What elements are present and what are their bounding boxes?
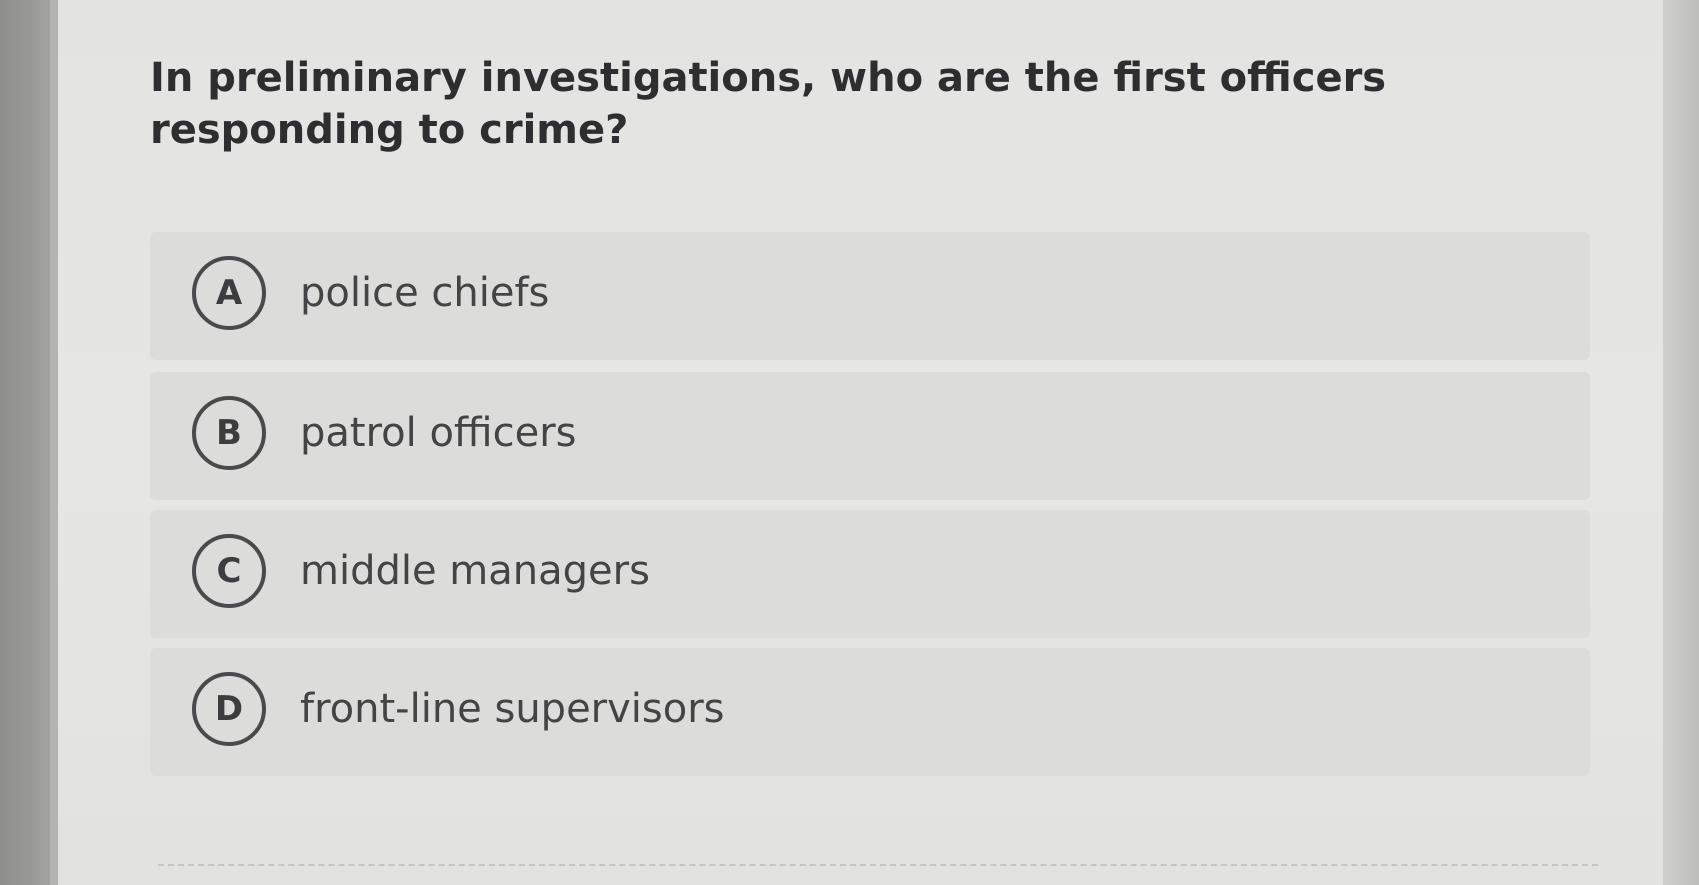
- option-b[interactable]: B patrol officers: [150, 372, 1590, 500]
- left-margin-edge: [50, 0, 58, 885]
- left-margin: [0, 0, 58, 885]
- option-c-letter-badge: C: [192, 534, 266, 608]
- option-a[interactable]: A police chiefs: [150, 232, 1590, 360]
- option-b-letter-badge: B: [192, 396, 266, 470]
- option-a-letter-badge: A: [192, 256, 266, 330]
- right-margin: [1663, 0, 1699, 885]
- option-b-label: patrol officers: [300, 410, 577, 456]
- option-c-label: middle managers: [300, 548, 650, 594]
- option-d-label: front-line supervisors: [300, 686, 725, 732]
- option-c[interactable]: C middle managers: [150, 510, 1590, 638]
- option-d-letter-badge: D: [192, 672, 266, 746]
- question-card: In preliminary investigations, who are t…: [58, 0, 1663, 885]
- option-d[interactable]: D front-line supervisors: [150, 648, 1590, 776]
- option-a-label: police chiefs: [300, 270, 550, 316]
- question-text: In preliminary investigations, who are t…: [150, 55, 1387, 153]
- divider: [158, 864, 1598, 866]
